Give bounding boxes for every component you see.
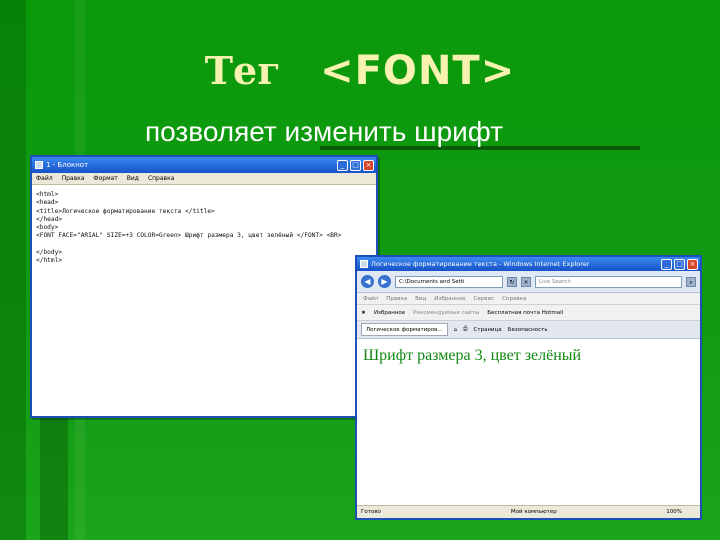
refresh-icon[interactable]: ↻ [507,276,517,287]
tab-page[interactable]: Логическое форматиров... [361,323,448,336]
ie-titlebar[interactable]: Логическое форматирование текста - Windo… [357,257,700,271]
title-tag-code: <FONT> [320,48,516,94]
maximize-button[interactable]: □ [674,258,685,270]
close-button[interactable]: × [363,159,374,171]
hotmail-link[interactable]: Бесплатная почта Hotmail [487,310,563,316]
notepad-window: 1 - Блокнот _ □ × Файл Правка Формат Вид… [30,155,378,418]
ie-menubar: Файл Правка Вид Избранное Сервис Справка [357,293,700,305]
menu-file[interactable]: Файл [363,296,378,302]
notepad-text-area[interactable]: <html> <head> <title>Логическое форматир… [32,185,376,272]
favorites-bar: ★ Избранное Рекомендуемые сайты Бесплатн… [357,305,700,321]
menu-format[interactable]: Формат [93,175,117,182]
stop-icon[interactable]: × [521,276,531,287]
notepad-icon [35,161,43,169]
ie-icon [360,260,368,268]
favorites-button[interactable]: Избранное [374,310,405,316]
maximize-button[interactable]: □ [350,159,361,171]
ie-title: Логическое форматирование текста - Windo… [371,260,590,268]
ie-window: Логическое форматирование текста - Windo… [355,255,702,520]
address-row: ◀ ▶ C:\Documents and Setti ↻ × Live Sear… [357,271,700,293]
close-button[interactable]: × [687,258,698,270]
notepad-menubar: Файл Правка Формат Вид Справка [32,173,376,185]
safety-menu-button[interactable]: Безопасность [508,327,548,333]
menu-help[interactable]: Справка [148,175,174,182]
menu-view[interactable]: Вид [415,296,426,302]
star-icon[interactable]: ★ [361,310,366,316]
page-menu-button[interactable]: Страница [474,327,502,333]
menu-help[interactable]: Справка [502,296,526,302]
slide-subtitle: позволяет изменить шрифт [145,116,504,147]
search-icon[interactable]: ⌕ [686,276,696,287]
print-icon[interactable]: ⎙ [463,326,467,333]
recommended-sites-link[interactable]: Рекомендуемые сайты [413,310,479,316]
menu-edit[interactable]: Правка [62,175,85,182]
minimize-button[interactable]: _ [661,258,672,270]
notepad-titlebar[interactable]: 1 - Блокнот _ □ × [32,157,376,173]
status-bar: Готово Мой компьютер 100% [357,505,700,518]
menu-view[interactable]: Вид [127,175,139,182]
slide-title: Тег <FONT> [0,48,720,94]
title-tag-word: Тег [204,48,281,93]
minimize-button[interactable]: _ [337,159,348,171]
tab-row: Логическое форматиров... ⌂ ⎙ Страница Бе… [357,321,700,339]
page-text: Шрифт размера 3, цвет зелёный [363,347,582,364]
security-zone: Мой компьютер [510,509,557,515]
forward-arrow-icon[interactable]: ▶ [378,275,391,288]
status-text: Готово [361,509,381,515]
notepad-title: 1 - Блокнот [46,161,89,169]
page-content: Шрифт размера 3, цвет зелёный [357,341,700,505]
search-input[interactable]: Live Search [535,275,682,288]
zoom-level[interactable]: 100% [666,509,700,515]
menu-favorites[interactable]: Избранное [434,296,465,302]
back-arrow-icon[interactable]: ◀ [361,275,374,288]
menu-edit[interactable]: Правка [386,296,407,302]
menu-tools[interactable]: Сервис [474,296,495,302]
address-bar[interactable]: C:\Documents and Setti [395,275,503,288]
menu-file[interactable]: Файл [36,175,53,182]
background-stripe [40,410,68,540]
home-icon[interactable]: ⌂ [454,327,458,333]
